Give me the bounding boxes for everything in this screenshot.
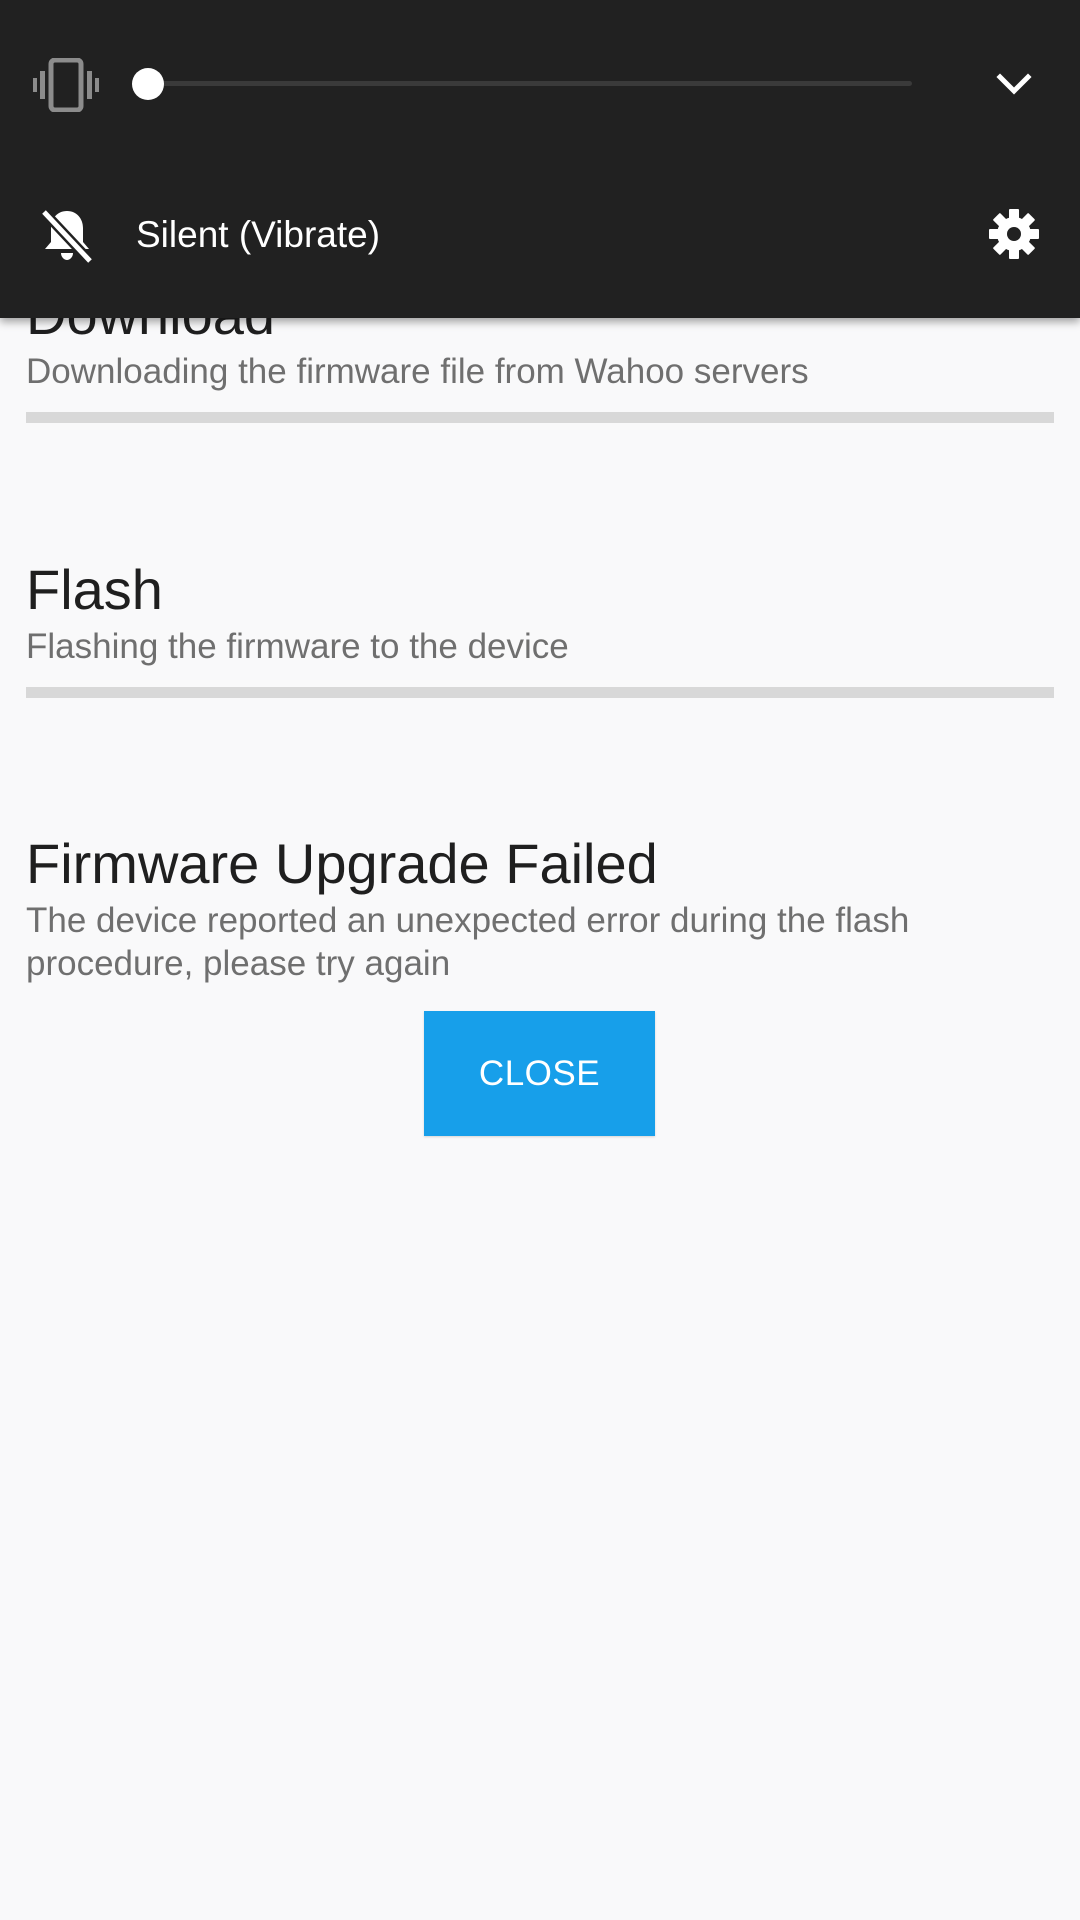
flash-step-description: Flashing the firmware to the device bbox=[26, 627, 569, 666]
flash-step-title: Flash bbox=[26, 558, 163, 621]
bell-off-icon[interactable] bbox=[40, 206, 94, 265]
result-title: Firmware Upgrade Failed bbox=[26, 832, 658, 895]
vibrate-icon[interactable] bbox=[33, 57, 99, 113]
download-progress-bar bbox=[26, 412, 1054, 423]
volume-slider[interactable] bbox=[132, 66, 912, 102]
volume-slider-track bbox=[148, 81, 912, 86]
download-step-description: Downloading the firmware file from Wahoo… bbox=[26, 352, 809, 391]
chevron-down-icon[interactable] bbox=[994, 66, 1034, 102]
volume-panel: Silent (Vibrate) bbox=[0, 0, 1080, 318]
gear-icon[interactable] bbox=[988, 208, 1040, 260]
close-button[interactable]: CLOSE bbox=[424, 1011, 655, 1136]
volume-slider-thumb[interactable] bbox=[132, 68, 164, 100]
result-description: The device reported an unexpected error … bbox=[26, 901, 910, 983]
upgrade-result: Firmware Upgrade Failed The device repor… bbox=[26, 832, 1054, 985]
flash-step: Flash Flashing the firmware to the devic… bbox=[26, 558, 1054, 698]
flash-progress-bar bbox=[26, 687, 1054, 698]
ringer-mode-label[interactable]: Silent (Vibrate) bbox=[136, 213, 380, 257]
